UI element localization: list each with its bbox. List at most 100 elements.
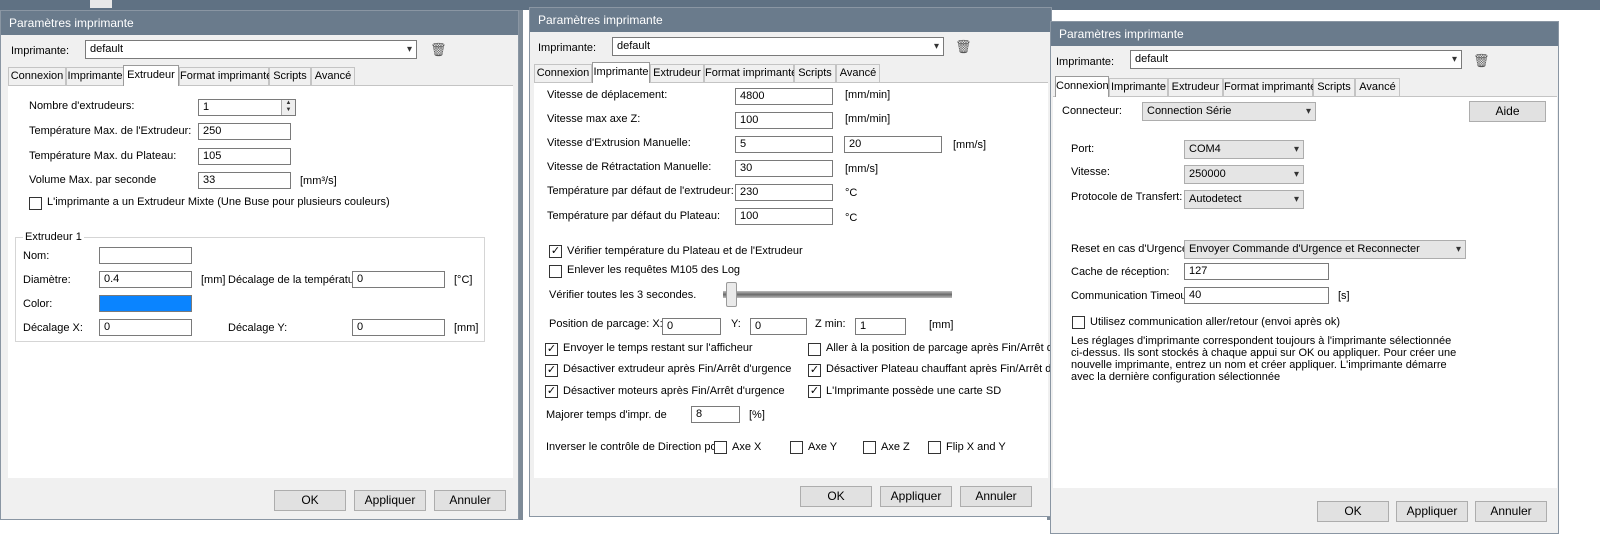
ok-button[interactable]: OK bbox=[1317, 501, 1389, 522]
tab-extrudeur[interactable]: Extrudeur bbox=[650, 64, 704, 82]
mixing-extruder-label: L'imprimante a un Extrudeur Mixte (Une B… bbox=[47, 196, 390, 208]
check-temp-checkbox[interactable]: ✓ bbox=[549, 245, 562, 258]
tab-format-imprimante[interactable]: Format imprimante bbox=[704, 64, 797, 82]
receive-cache-input[interactable]: 127 bbox=[1184, 263, 1329, 280]
disable-extruder-checkbox[interactable]: ✓ bbox=[545, 364, 558, 377]
check-temp-label: Vérifier température du Plateau et de l'… bbox=[567, 245, 803, 257]
ping-pong-checkbox[interactable] bbox=[1072, 316, 1085, 329]
printer-select[interactable]: default ▾ bbox=[85, 40, 417, 59]
apply-button[interactable]: Appliquer bbox=[1396, 501, 1468, 522]
manual-extrusion-input-2[interactable]: 20 bbox=[844, 136, 942, 153]
park-zmin-input[interactable]: 1 bbox=[855, 318, 906, 335]
spin-arrows-icon[interactable]: ▲ ▼ bbox=[281, 100, 295, 115]
tab-scripts[interactable]: Scripts bbox=[1313, 78, 1355, 96]
info-note-line: Les réglages d'imprimante correspondent … bbox=[1071, 335, 1452, 347]
cancel-button[interactable]: Annuler bbox=[960, 486, 1032, 507]
offset-y-input[interactable]: 0 bbox=[352, 319, 445, 336]
trash-icon[interactable]: 🗑 bbox=[1473, 53, 1490, 69]
max-bed-temp-input[interactable]: 105 bbox=[198, 148, 291, 165]
tab-avance[interactable]: Avancé bbox=[1355, 78, 1400, 96]
ok-button[interactable]: OK bbox=[800, 486, 872, 507]
check-interval-slider[interactable] bbox=[723, 291, 952, 298]
emergency-reset-select[interactable]: Envoyer Commande d'Urgence et Reconnecte… bbox=[1184, 240, 1466, 259]
speed-select[interactable]: 250000 ▾ bbox=[1184, 165, 1304, 184]
diameter-input[interactable]: 0.4 bbox=[99, 271, 192, 288]
chevron-down-icon: ▾ bbox=[1293, 144, 1299, 155]
slider-thumb[interactable] bbox=[726, 282, 737, 307]
chevron-down-icon: ▾ bbox=[1293, 169, 1299, 180]
tab-imprimante[interactable]: Imprimante bbox=[1109, 78, 1168, 96]
port-select[interactable]: COM4 ▾ bbox=[1184, 140, 1304, 159]
tab-avance[interactable]: Avancé bbox=[836, 64, 880, 82]
printer-label: Imprimante: bbox=[538, 42, 597, 54]
apply-button[interactable]: Appliquer bbox=[880, 486, 952, 507]
tab-format-imprimante[interactable]: Format imprimante bbox=[1223, 78, 1316, 96]
manual-extrusion-input-1[interactable]: 5 bbox=[735, 136, 833, 153]
color-swatch[interactable] bbox=[99, 295, 192, 312]
tab-avance[interactable]: Avancé bbox=[311, 67, 355, 85]
apply-button[interactable]: Appliquer bbox=[354, 490, 426, 511]
color-label: Color: bbox=[23, 298, 53, 310]
max-bed-temp-label: Température Max. du Plateau: bbox=[29, 150, 177, 162]
tab-scripts[interactable]: Scripts bbox=[794, 64, 836, 82]
disable-bed-checkbox[interactable]: ✓ bbox=[808, 364, 821, 377]
info-note-line: ci-dessus. Ils sont stockés à chaque app… bbox=[1071, 347, 1457, 359]
tab-scripts[interactable]: Scripts bbox=[269, 67, 311, 85]
invert-z-checkbox[interactable] bbox=[863, 441, 876, 454]
travel-speed-input[interactable]: 4800 bbox=[735, 88, 833, 105]
tab-imprimante[interactable]: Imprimante bbox=[66, 67, 124, 85]
default-extruder-temp-unit: °C bbox=[845, 187, 858, 199]
remove-m105-checkbox[interactable] bbox=[549, 265, 562, 278]
protocol-label: Protocole de Transfert: bbox=[1071, 191, 1183, 203]
manual-retraction-input[interactable]: 30 bbox=[735, 160, 833, 177]
trash-icon[interactable]: 🗑 bbox=[430, 42, 447, 58]
max-extruder-temp-input[interactable]: 250 bbox=[198, 123, 291, 140]
disable-extruder-label: Désactiver extrudeur après Fin/Arrêt d'u… bbox=[563, 363, 792, 375]
num-extruders-stepper[interactable]: 1 ▲ ▼ bbox=[198, 99, 296, 116]
cancel-button[interactable]: Annuler bbox=[434, 490, 506, 511]
tab-extrudeur[interactable]: Extrudeur bbox=[123, 65, 179, 86]
send-remaining-checkbox[interactable]: ✓ bbox=[545, 343, 558, 356]
info-note-line: avec la dernière configuration sélection… bbox=[1071, 371, 1281, 383]
info-note: Les réglages d'imprimante correspondent … bbox=[1071, 335, 1456, 383]
tab-extrudeur[interactable]: Extrudeur bbox=[1168, 78, 1223, 96]
cancel-button[interactable]: Annuler bbox=[1475, 501, 1547, 522]
extruder1-group-title: Extrudeur 1 bbox=[23, 231, 84, 243]
protocol-select[interactable]: Autodetect ▾ bbox=[1184, 190, 1304, 209]
name-input[interactable] bbox=[99, 247, 192, 264]
disable-motors-label: Désactiver moteurs après Fin/Arrêt d'urg… bbox=[563, 385, 785, 397]
tab-imprimante[interactable]: Imprimante bbox=[592, 62, 650, 83]
sd-card-checkbox[interactable]: ✓ bbox=[808, 385, 821, 398]
z-speed-input[interactable]: 100 bbox=[735, 112, 833, 129]
temp-offset-input[interactable]: 0 bbox=[352, 271, 445, 288]
tab-format-imprimante[interactable]: Format imprimante bbox=[179, 67, 272, 85]
disable-motors-checkbox[interactable]: ✓ bbox=[545, 385, 558, 398]
invert-y-checkbox[interactable] bbox=[790, 441, 803, 454]
park-x-input[interactable]: 0 bbox=[662, 318, 721, 335]
timeout-input[interactable]: 40 bbox=[1184, 287, 1329, 304]
max-volume-input[interactable]: 33 bbox=[198, 172, 291, 189]
flip-xy-checkbox[interactable] bbox=[928, 441, 941, 454]
travel-speed-unit: [mm/min] bbox=[845, 89, 891, 101]
remove-m105-label: Enlever les requêtes M105 des Log bbox=[567, 264, 741, 276]
increase-time-input[interactable]: 8 bbox=[691, 406, 740, 423]
invert-x-checkbox[interactable] bbox=[714, 441, 727, 454]
invert-z-label: Axe Z bbox=[881, 441, 910, 453]
park-y-input[interactable]: 0 bbox=[750, 318, 807, 335]
tab-connexion[interactable]: Connexion bbox=[1055, 76, 1109, 97]
help-button[interactable]: Aide bbox=[1469, 101, 1546, 122]
offset-x-input[interactable]: 0 bbox=[99, 319, 192, 336]
tab-connexion[interactable]: Connexion bbox=[8, 67, 66, 85]
goto-park-checkbox[interactable] bbox=[808, 343, 821, 356]
tab-connexion[interactable]: Connexion bbox=[534, 64, 592, 82]
printer-select[interactable]: default ▾ bbox=[1130, 50, 1462, 69]
mixing-extruder-checkbox[interactable] bbox=[29, 197, 42, 210]
ok-button[interactable]: OK bbox=[274, 490, 346, 511]
connector-select[interactable]: Connection Série ▾ bbox=[1142, 102, 1316, 121]
temp-offset-label: Décalage de la température: bbox=[228, 274, 367, 286]
trash-icon[interactable]: 🗑 bbox=[955, 39, 972, 55]
default-bed-temp-input[interactable]: 100 bbox=[735, 208, 833, 225]
park-zmin-label: Z min: bbox=[815, 318, 846, 330]
printer-select[interactable]: default ▾ bbox=[612, 37, 944, 56]
default-extruder-temp-input[interactable]: 230 bbox=[735, 184, 833, 201]
